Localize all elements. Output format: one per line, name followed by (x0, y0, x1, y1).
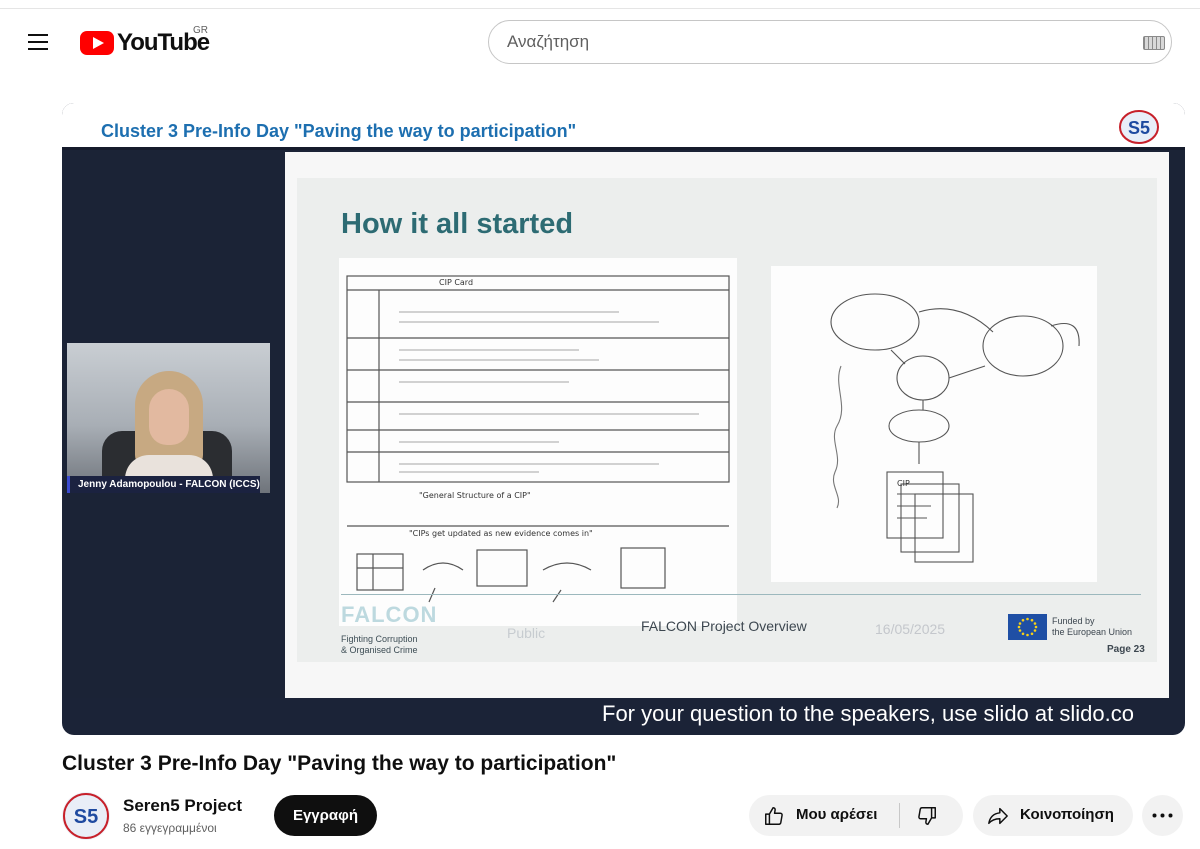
eu-funding-text: Funded by the European Union (1052, 616, 1132, 638)
video-title: Cluster 3 Pre-Info Day "Paving the way t… (62, 752, 617, 775)
speaker-webcam: Jenny Adamopoulou - FALCON (ICCS) (67, 343, 270, 493)
hand-drawn-cip-card: CIP Card "General Structure of a CIP" "C… (339, 258, 737, 626)
banner-logo-text: S5 (1128, 118, 1150, 138)
video-player[interactable]: Cluster 3 Pre-Info Day "Paving the way t… (62, 103, 1185, 735)
presentation-slide: How it all started CIP Card "General Str… (285, 152, 1169, 698)
falcon-tagline: Fighting Corruption & Organised Crime (341, 634, 418, 656)
cip-card-caption: "General Structure of a CIP" (419, 491, 531, 500)
cip-card-title: CIP Card (439, 278, 473, 287)
falcon-logo-text: FALCON (341, 602, 438, 627)
falcon-tagline-line2: & Organised Crime (341, 645, 418, 655)
hamburger-menu-icon[interactable] (22, 26, 54, 58)
like-label: Μου αρέσει (796, 806, 878, 823)
eu-funding-line1: Funded by (1052, 616, 1095, 626)
dislike-button[interactable] (900, 795, 963, 836)
country-code: GR (193, 25, 208, 36)
youtube-logo[interactable]: YouTube (80, 29, 210, 56)
like-button[interactable]: Μου αρέσει (749, 795, 899, 836)
share-label: Κοινοποίηση (1020, 806, 1114, 823)
top-divider (0, 8, 1200, 9)
video-caption-ticker: For your question to the speakers, use s… (602, 701, 1134, 726)
seren5-logo-icon: S5 (1119, 110, 1159, 144)
flow-diagram-node: CIP (897, 479, 910, 488)
video-banner: Cluster 3 Pre-Info Day "Paving the way t… (62, 103, 1185, 149)
slide-heading: How it all started (341, 208, 574, 240)
channel-name[interactable]: Seren5 Project (123, 796, 242, 816)
eu-flag-icon (1008, 614, 1047, 640)
eu-funding-line2: the European Union (1052, 627, 1133, 637)
slide-footer-divider (341, 594, 1141, 595)
subscribe-button[interactable]: Εγγραφή (274, 795, 377, 836)
subscriber-count: 86 εγγεγραμμένοι (123, 821, 217, 835)
speaker-label: Jenny Adamopoulou - FALCON (ICCS) (67, 476, 260, 493)
cip-card-bottom-caption: "CIPs get updated as new evidence comes … (409, 529, 593, 538)
seren5-avatar-icon: S5 (63, 793, 109, 839)
share-button[interactable]: Κοινοποίηση (973, 795, 1133, 836)
share-icon (988, 807, 1008, 825)
thumbs-down-icon (918, 807, 936, 825)
flow-diagram-sketch: CIP (830, 293, 1080, 563)
speaker-face (149, 389, 189, 445)
hand-drawn-flow-diagram: CIP (771, 266, 1097, 582)
search-input[interactable] (507, 21, 1107, 63)
masthead: YouTube GR (0, 10, 1200, 72)
channel-avatar-text: S5 (74, 806, 98, 828)
more-actions-button[interactable] (1142, 795, 1183, 836)
slide-content: How it all started CIP Card "General Str… (297, 178, 1157, 662)
banner-title: Cluster 3 Pre-Info Day "Paving the way t… (101, 121, 577, 141)
channel-avatar[interactable]: S5 (62, 792, 110, 840)
play-logo-icon (80, 31, 114, 55)
slide-classification: Public (507, 625, 546, 641)
search-box (488, 20, 1172, 64)
slide-footer-title: FALCON Project Overview (641, 618, 807, 634)
slide-date: 16/05/2025 (875, 621, 946, 637)
slide-page-number: Page 23 (1107, 644, 1145, 655)
cip-card-sketch: CIP Card "General Structure of a CIP" "C… (346, 275, 730, 603)
like-dislike-group: Μου αρέσει (749, 795, 963, 836)
falcon-tagline-line1: Fighting Corruption (341, 634, 418, 644)
keyboard-icon[interactable] (1143, 36, 1165, 50)
more-dots-icon (1152, 813, 1173, 818)
thumbs-up-icon (765, 807, 783, 825)
